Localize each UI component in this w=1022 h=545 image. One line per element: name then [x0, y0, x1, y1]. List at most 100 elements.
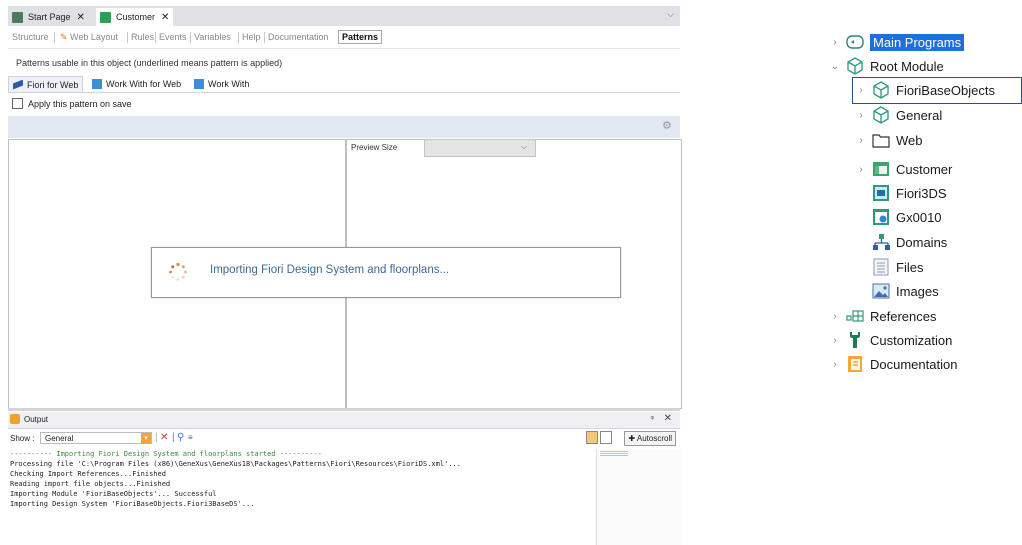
customization-icon [846, 331, 864, 349]
word-wrap-icon[interactable]: ≡ [188, 432, 193, 444]
tab-start-page[interactable]: Start Page ✕ [12, 8, 85, 26]
tab-events[interactable]: Events [159, 32, 187, 42]
chevron-down-icon: ▾ [141, 433, 151, 444]
chevron-right-icon[interactable]: › [830, 335, 840, 346]
chevron-right-icon[interactable]: › [856, 110, 866, 121]
tab-help[interactable]: Help [242, 32, 261, 42]
apply-on-save-option[interactable]: Apply this pattern on save [12, 98, 132, 109]
copy-icon[interactable] [586, 431, 598, 444]
tree-node-label: Customer [896, 161, 953, 177]
tree-node-label: Domains [896, 234, 948, 250]
output-panel-header: Output ᵠ ✕ [8, 412, 680, 429]
pattern-tabs: Fiori for Web Work With for Web Work Wit… [8, 76, 680, 93]
tree-node-label: Root Module [870, 58, 944, 74]
web-panel-icon [872, 208, 890, 226]
separator [190, 32, 191, 43]
tree-node-label: FioriBaseObjects [896, 82, 995, 98]
log-line: Processing file 'C:\Program Files (x86)\… [10, 460, 461, 468]
tree-node-documentation[interactable]: › Documentation [830, 354, 957, 374]
apply-checkbox[interactable] [12, 98, 23, 109]
window-icon[interactable] [600, 431, 612, 444]
output-icon [10, 414, 20, 424]
separator [264, 32, 265, 43]
pattern-toolbar: ⚙ [8, 116, 680, 138]
tree-node-customization[interactable]: › Customization [830, 330, 952, 350]
tree-node-customer[interactable]: › Customer [856, 159, 952, 179]
chevron-right-icon[interactable]: › [856, 85, 866, 96]
tree-node-label: Gx0010 [896, 209, 942, 225]
tab-customer[interactable]: Customer ✕ [96, 8, 174, 26]
autoscroll-button[interactable]: ✚ Autoscroll [624, 431, 676, 446]
web-layout-icon: ✎ [60, 32, 68, 42]
tree-node-fioribaseobjects[interactable]: › FioriBaseObjects [856, 80, 995, 100]
chevron-right-icon[interactable]: › [830, 359, 840, 370]
close-icon[interactable]: ✕ [161, 12, 169, 23]
module-icon [872, 81, 890, 99]
autoscroll-label: Autoscroll [636, 434, 672, 443]
tab-fiori-for-web[interactable]: Fiori for Web [8, 76, 84, 92]
tree-node-root-module[interactable]: ⌄ Root Module [830, 56, 944, 76]
preview-size-select[interactable]: ⌵ [424, 139, 536, 157]
tree-node-references[interactable]: › References [830, 306, 936, 326]
chevron-right-icon[interactable]: › [856, 135, 866, 146]
tab-web-layout[interactable]: Web Layout [70, 32, 118, 42]
tab-structure[interactable]: Structure [12, 32, 49, 42]
pin-icon[interactable]: ᵠ [650, 414, 654, 423]
folder-icon [872, 131, 890, 149]
close-icon[interactable]: ✕ [77, 12, 85, 23]
transaction-icon [872, 160, 890, 178]
tab-variables[interactable]: Variables [194, 32, 231, 42]
domains-icon [872, 233, 890, 251]
kb-explorer-tree: › Main Programs ⌄ Root Module › FioriBas… [830, 30, 1022, 390]
separator [155, 32, 156, 43]
show-value: General [45, 434, 74, 443]
log-line: Checking Import References...Finished [10, 470, 166, 478]
clear-icon[interactable]: ✕ [160, 432, 168, 444]
tree-node-label: Customization [870, 332, 953, 348]
chevron-down-icon[interactable]: ⌵ [667, 9, 674, 20]
fiori-icon [13, 79, 23, 90]
tree-node-files[interactable]: Files [872, 257, 923, 277]
tree-node-images[interactable]: Images [872, 281, 939, 301]
chevron-down-icon[interactable]: ⌄ [830, 61, 840, 72]
gear-icon[interactable]: ⚙ [662, 121, 673, 132]
output-title: Output [24, 415, 49, 424]
tab-documentation[interactable]: Documentation [268, 32, 329, 42]
tree-node-label: Web [896, 132, 923, 148]
tab-label: Start Page [28, 12, 71, 22]
patterns-info-text: Patterns usable in this object (underlin… [16, 58, 283, 68]
tab-label: Work With [208, 78, 250, 89]
tree-node-general[interactable]: › General [856, 105, 942, 125]
log-line: Importing Design System 'FioriBaseObject… [10, 500, 255, 508]
show-select[interactable]: General ▾ [40, 432, 152, 444]
chevron-right-icon[interactable]: › [830, 311, 840, 322]
output-toolbar: Show : General ▾ | ✕ | ⚲ ≡ ✚ Autoscroll [8, 429, 680, 447]
tree-node-main-programs[interactable]: › Main Programs [830, 32, 965, 52]
transaction-icon [100, 11, 111, 23]
tab-patterns[interactable]: Patterns [338, 30, 383, 44]
tab-rules[interactable]: Rules [131, 32, 154, 42]
output-log: ---------- Importing Fiori Design System… [10, 449, 594, 545]
apply-label: Apply this pattern on save [28, 98, 132, 109]
import-progress-dialog: Importing Fiori Design System and floorp… [151, 247, 621, 298]
tree-node-domains[interactable]: Domains [872, 232, 947, 252]
tab-work-with[interactable]: Work With [190, 76, 253, 91]
chevron-right-icon[interactable]: › [830, 37, 840, 48]
separator [54, 32, 55, 43]
main-programs-icon [846, 33, 864, 51]
tab-work-with-for-web[interactable]: Work With for Web [88, 76, 185, 91]
tree-node-web[interactable]: › Web [856, 130, 923, 150]
tree-node-fiori3ds[interactable]: Fiori3DS [872, 183, 947, 203]
import-progress-message: Importing Fiori Design System and floorp… [210, 264, 450, 276]
search-icon[interactable]: ⚲ [177, 432, 184, 444]
panel-splitter[interactable] [8, 408, 680, 411]
tab-label: Fiori for Web [27, 79, 79, 90]
ide-window: Start Page ✕ Customer ✕ ⌵ Structure ✎ We… [8, 6, 682, 545]
tree-node-label: Documentation [870, 356, 958, 372]
close-icon[interactable]: ✕ [664, 413, 672, 424]
tree-node-gx0010[interactable]: Gx0010 [872, 207, 942, 227]
tab-label: Work With for Web [106, 78, 182, 89]
tab-label: Customer [116, 12, 156, 22]
chevron-right-icon[interactable]: › [856, 164, 866, 175]
loading-spinner-icon [169, 262, 187, 281]
